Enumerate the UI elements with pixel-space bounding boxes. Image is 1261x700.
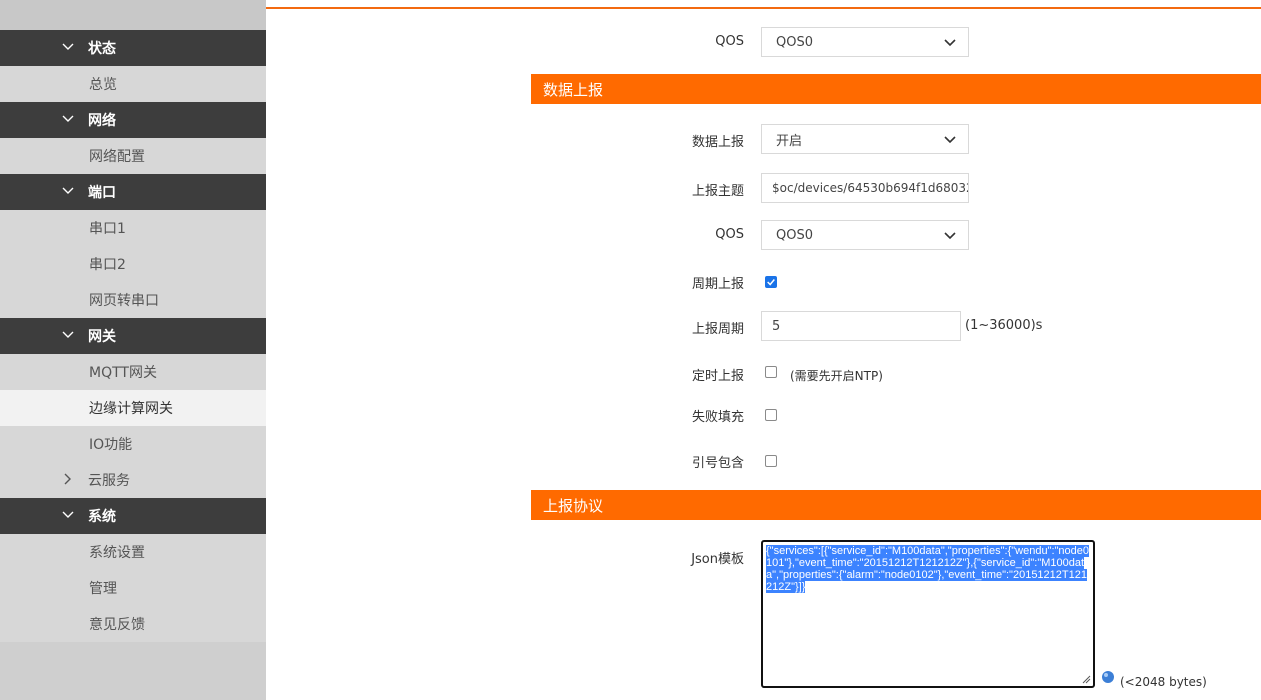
chevron-down-icon [62,115,74,122]
data-report-select[interactable]: 开启 [761,124,969,154]
sidebar-item-overview[interactable]: 总览 [0,66,266,102]
chevron-down-icon [62,187,74,194]
qos-value: QOS0 [776,227,813,243]
json-template-label: Json模板 [691,552,744,567]
period-range: (1~36000)s [965,318,1043,333]
sidebar-group-gateway[interactable]: 网关 [0,318,266,354]
quote-label: 引号包含 [691,456,744,471]
info-icon[interactable] [1101,670,1115,684]
sidebar-top [0,0,266,30]
data-report-value: 开启 [776,133,803,149]
sidebar-group-label: 端口 [88,185,116,201]
json-template-textarea[interactable]: {"services":[{"service_id":"M100data","p… [761,540,1095,688]
sidebar-group-label: 状态 [88,41,116,57]
section-report-protocol: 上报协议 [531,490,1261,520]
qos-top-value: QOS0 [776,34,813,50]
json-size-limit: (<2048 bytes) [1120,675,1207,689]
chevron-right-icon [64,473,71,485]
sidebar-group-system[interactable]: 系统 [0,498,266,534]
qos-label: QOS [715,227,744,242]
timed-checkbox[interactable] [765,366,777,378]
sidebar-item-feedback[interactable]: 意见反馈 [0,606,266,642]
fail-fill-checkbox[interactable] [765,409,777,421]
sidebar-item-io[interactable]: IO功能 [0,426,266,462]
chevron-down-icon [62,43,74,50]
data-report-label: 数据上报 [691,135,744,150]
chevron-down-icon [62,331,74,338]
timed-label: 定时上报 [691,369,744,384]
fail-fill-label: 失败填充 [691,410,744,425]
sidebar-group-status[interactable]: 状态 [0,30,266,66]
periodic-checkbox[interactable] [765,276,777,288]
sidebar-item-serial1[interactable]: 串口1 [0,210,266,246]
sidebar-group-label: 系统 [88,509,116,525]
sidebar-group-cloud[interactable]: 云服务 [0,462,266,498]
sidebar-group-network[interactable]: 网络 [0,102,266,138]
chevron-down-icon [944,232,956,240]
topic-label: 上报主题 [691,184,744,199]
quote-checkbox[interactable] [765,455,777,467]
period-label: 上报周期 [691,322,744,337]
sidebar-group-label: 云服务 [88,473,130,489]
qos-top-label: QOS [715,34,744,49]
check-icon [767,279,775,286]
sidebar-group-label: 网络 [88,113,116,129]
sidebar-item-edge-gateway[interactable]: 边缘计算网关 [0,390,266,426]
sidebar-item-serial2[interactable]: 串口2 [0,246,266,282]
section-data-report: 数据上报 [531,74,1261,104]
timed-hint: (需要先开启NTP) [790,369,883,383]
periodic-label: 周期上报 [691,277,744,292]
sidebar-group-port[interactable]: 端口 [0,174,266,210]
resize-handle-icon[interactable] [1081,674,1091,684]
qos-select[interactable]: QOS0 [761,220,969,250]
qos-top-select[interactable]: QOS0 [761,27,969,57]
top-accent-line [266,7,1261,9]
chevron-down-icon [944,39,956,47]
chevron-down-icon [944,136,956,144]
sidebar-item-mqtt-gateway[interactable]: MQTT网关 [0,354,266,390]
period-input[interactable]: 5 [761,311,961,341]
sidebar-item-web-serial[interactable]: 网页转串口 [0,282,266,318]
sidebar: 状态 总览 网络 网络配置 端口 串口1 串口2 网页转串口 网关 MQTT网关… [0,0,266,700]
sidebar-item-network-config[interactable]: 网络配置 [0,138,266,174]
topic-input[interactable]: $oc/devices/64530b694f1d68032 [761,173,969,203]
json-template-text: {"services":[{"service_id":"M100data","p… [766,545,1090,593]
sidebar-item-system-settings[interactable]: 系统设置 [0,534,266,570]
chevron-down-icon [62,511,74,518]
sidebar-item-manage[interactable]: 管理 [0,570,266,606]
sidebar-group-label: 网关 [88,329,116,345]
